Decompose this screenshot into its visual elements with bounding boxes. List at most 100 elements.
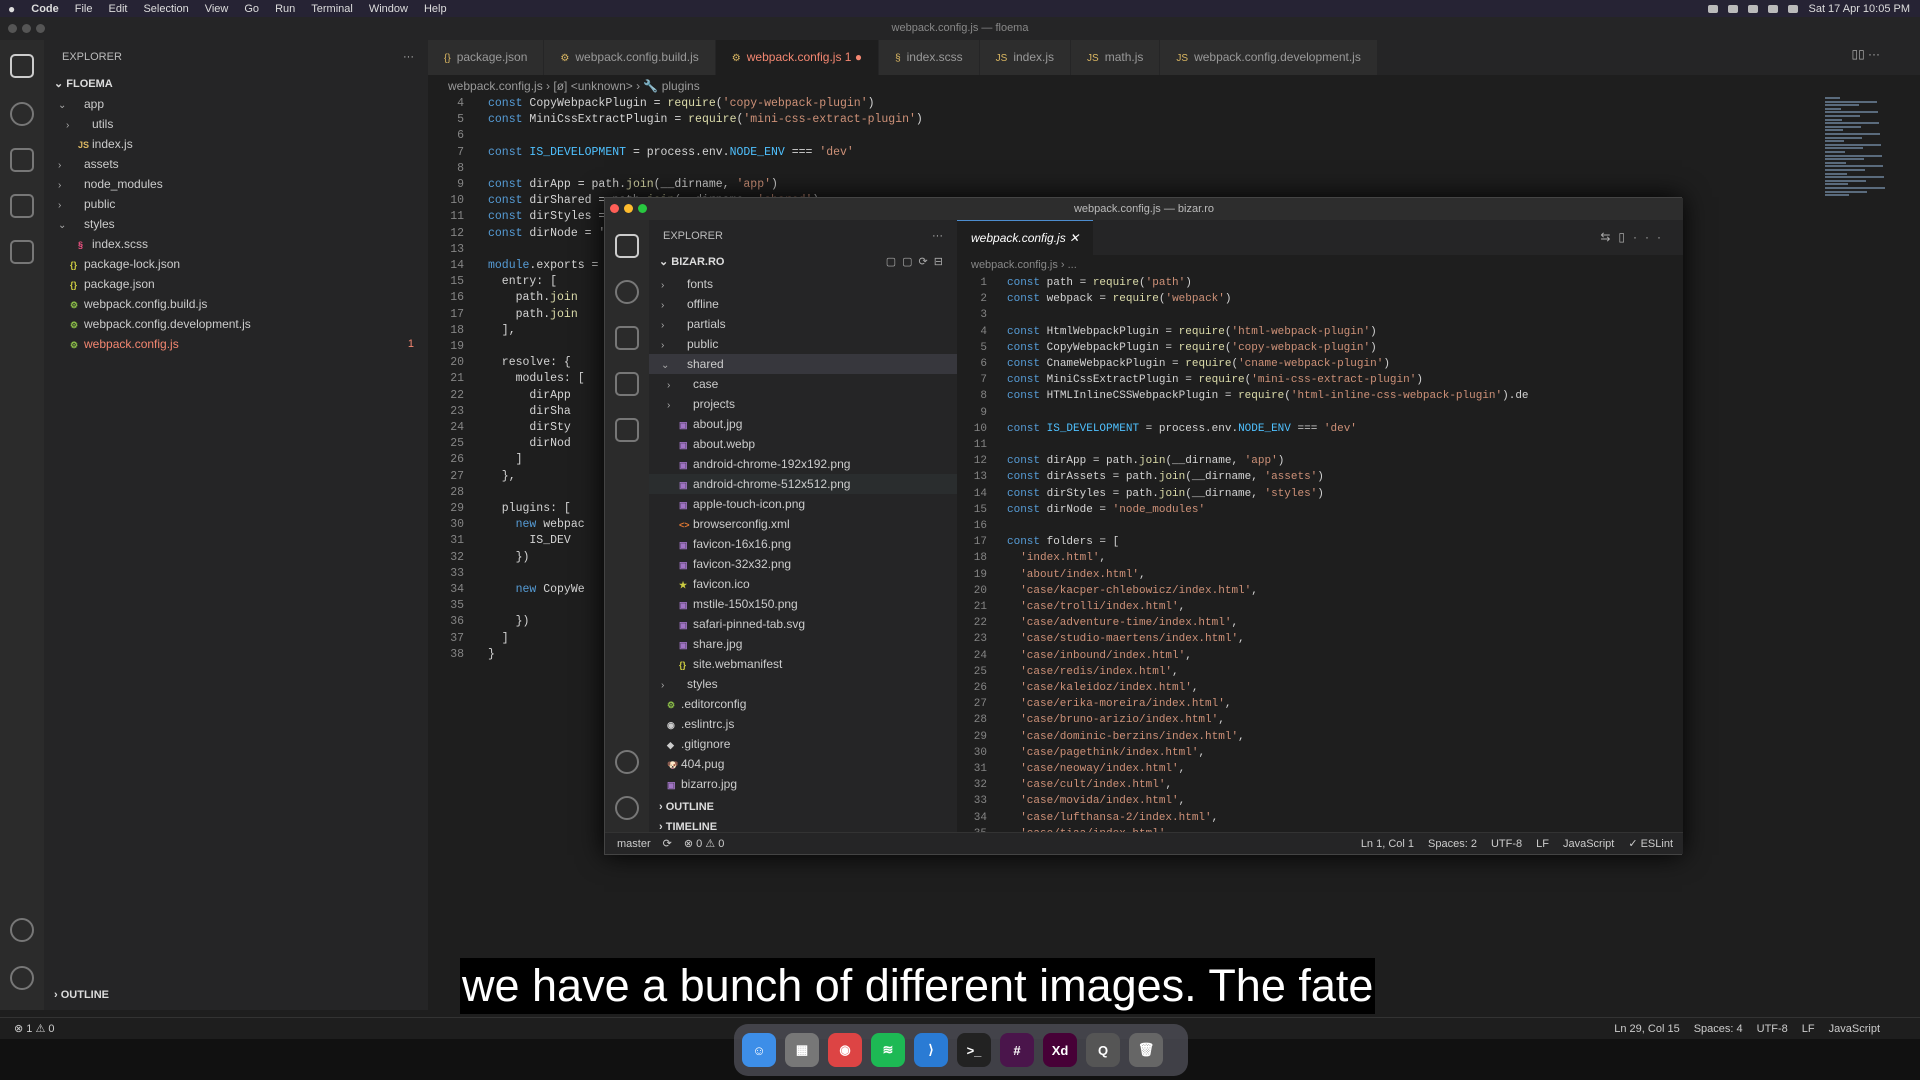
menu-file[interactable]: File	[67, 3, 101, 15]
battery-icon[interactable]	[1748, 4, 1759, 13]
code-line[interactable]: new CopyWe	[488, 583, 585, 596]
code-line[interactable]: resolve: {	[488, 356, 571, 369]
trash-icon[interactable]: 🗑	[1129, 1033, 1163, 1067]
code-line[interactable]: },	[488, 470, 516, 483]
project-section[interactable]: ⌄ FLOEMA	[44, 74, 428, 94]
account-icon[interactable]	[10, 918, 34, 942]
split-editor-icon[interactable]: ▯▯ ···	[1851, 47, 1880, 61]
code-line[interactable]: const dirNode = 'node_modules'	[1007, 504, 1205, 516]
outline-section[interactable]: › OUTLINE	[44, 985, 109, 1005]
problems-count[interactable]: ⊗ 1 ⚠ 0	[14, 1018, 54, 1040]
tree-item[interactable]: ▣ android-chrome-512x512.png	[649, 474, 957, 494]
branch-indicator[interactable]: master	[617, 833, 651, 855]
code-line[interactable]: 'case/pagethink/index.html',	[1007, 747, 1205, 759]
explorer-toolbar-icons[interactable]: ▢▢⟳⊟	[886, 252, 949, 272]
code-editor[interactable]: 1 const path = require('path') 2 const webp…	[957, 275, 1683, 832]
tree-item[interactable]: ⚙ webpack.config.build.js	[44, 294, 428, 314]
tree-item[interactable]: <> browserconfig.xml	[649, 514, 957, 534]
code-line[interactable]: const webpack = require('webpack')	[1007, 293, 1232, 305]
tree-item[interactable]: ▣ safari-pinned-tab.svg	[649, 614, 957, 634]
menu-help[interactable]: Help	[416, 3, 455, 15]
editor-tab[interactable]: § index.scss	[879, 40, 980, 75]
quicktime-icon[interactable]: Q	[1086, 1033, 1120, 1067]
tree-item[interactable]: 🐶 404.pug	[649, 754, 957, 774]
more-actions-icon[interactable]: ···	[403, 40, 414, 74]
code-line[interactable]: const dirAssets = path.join(__dirname, '…	[1007, 471, 1324, 483]
status-item[interactable]: Spaces: 4	[1694, 1018, 1743, 1040]
tree-item[interactable]: › assets	[44, 154, 428, 174]
status-item[interactable]: JavaScript	[1563, 833, 1614, 855]
editor-actions-icons[interactable]: ⇆▯···	[1600, 230, 1669, 244]
menu-terminal[interactable]: Terminal	[303, 3, 361, 15]
tree-item[interactable]: ◉ .eslintrc.js	[649, 714, 957, 734]
status-item[interactable]: ⊗ 0 ⚠ 0	[684, 833, 724, 855]
wifi-icon[interactable]	[1728, 4, 1739, 13]
status-item[interactable]: UTF-8	[1491, 833, 1522, 855]
more-actions-icon[interactable]: ···	[932, 220, 943, 252]
editor-tab[interactable]: JS index.js	[979, 40, 1072, 75]
unsaved-dot-icon[interactable]: ●	[851, 50, 862, 64]
breadcrumb[interactable]: webpack.config.js › ...	[957, 255, 1683, 275]
status-item[interactable]: Spaces: 2	[1428, 833, 1477, 855]
launchpad-icon[interactable]: ▦	[785, 1033, 819, 1067]
code-line[interactable]: const CopyWebpackPlugin = require('copy-…	[1007, 342, 1377, 354]
code-line[interactable]: modules: [	[488, 372, 585, 385]
code-line[interactable]: 'index.html',	[1007, 552, 1106, 564]
code-line[interactable]: const CnameWebpackPlugin = require('cnam…	[1007, 358, 1390, 370]
code-line[interactable]: 'case/bruno-arizio/index.html',	[1007, 714, 1225, 726]
code-line[interactable]: 'case/inbound/index.html',	[1007, 650, 1192, 662]
code-line[interactable]: const path = require('path')	[1007, 277, 1192, 289]
tree-item[interactable]: ▣ favicon-16x16.png	[649, 534, 957, 554]
tree-item[interactable]: {} package-lock.json	[44, 254, 428, 274]
extensions-icon[interactable]	[615, 418, 639, 442]
code-line[interactable]: path.join	[488, 291, 578, 304]
settings-gear-icon[interactable]	[10, 966, 34, 990]
extensions-icon[interactable]	[10, 240, 34, 264]
run-debug-icon[interactable]	[615, 372, 639, 396]
adobe-xd-icon[interactable]: Xd	[1043, 1033, 1077, 1067]
status-item[interactable]: JavaScript	[1829, 1018, 1880, 1040]
code-line[interactable]: })	[488, 551, 530, 564]
editor-tab[interactable]: JS math.js	[1071, 40, 1161, 75]
code-line[interactable]: 'case/trolli/index.html',	[1007, 601, 1185, 613]
control-center-icon[interactable]	[1788, 4, 1799, 13]
tree-item[interactable]: ★ favicon.ico	[649, 574, 957, 594]
breadcrumb[interactable]: webpack.config.js › [ø] <unknown> › 🔧 pl…	[428, 75, 1920, 97]
code-line[interactable]: const dirStyles = path.join(__dirname, '…	[1007, 488, 1324, 500]
tree-item[interactable]: ◆ .gitignore	[649, 734, 957, 754]
tree-item[interactable]: ⚙ webpack.config.js 1	[44, 334, 428, 354]
status-item[interactable]: Ln 29, Col 15	[1614, 1018, 1679, 1040]
tree-item[interactable]: › public	[649, 334, 957, 354]
minimap[interactable]	[1825, 97, 1905, 217]
close-window-button[interactable]	[8, 24, 17, 33]
code-line[interactable]: ]	[488, 453, 523, 466]
terminal-icon[interactable]: >_	[957, 1033, 991, 1067]
settings-gear-icon[interactable]	[615, 796, 639, 820]
code-line[interactable]: 'case/adventure-time/index.html',	[1007, 617, 1238, 629]
menu-selection[interactable]: Selection	[135, 3, 196, 15]
code-line[interactable]: plugins: [	[488, 502, 571, 515]
code-line[interactable]: const dirStyles = p	[488, 210, 619, 223]
code-line[interactable]: const IS_DEVELOPMENT = process.env.NODE_…	[1007, 423, 1357, 435]
tree-item[interactable]: ⚙ webpack.config.development.js	[44, 314, 428, 334]
code-line[interactable]: entry: [	[488, 275, 557, 288]
code-line[interactable]: }	[488, 648, 495, 661]
record-icon[interactable]	[1708, 4, 1719, 13]
chrome-icon[interactable]: ◉	[828, 1033, 862, 1067]
menu-go[interactable]: Go	[236, 3, 267, 15]
code-line[interactable]: dirSty	[488, 421, 570, 434]
status-item[interactable]: ⟳	[663, 833, 672, 855]
code-line[interactable]: const dirApp = path.join(__dirname, 'app…	[488, 178, 778, 191]
tree-item[interactable]: {} package.json	[44, 274, 428, 294]
code-line[interactable]: 'case/cult/index.html',	[1007, 779, 1172, 791]
code-line[interactable]: IS_DEV	[488, 534, 570, 547]
menu-view[interactable]: View	[197, 3, 237, 15]
code-line[interactable]: const folders = [	[1007, 536, 1119, 548]
menu-code[interactable]: Code	[23, 3, 67, 15]
tree-item[interactable]: ▣ apple-touch-icon.png	[649, 494, 957, 514]
explorer-icon[interactable]	[615, 234, 639, 258]
status-item[interactable]: LF	[1802, 1018, 1815, 1040]
project-section[interactable]: ⌄ BIZAR.RO ▢▢⟳⊟	[649, 252, 957, 272]
tree-item[interactable]: › fonts	[649, 274, 957, 294]
finder-icon[interactable]: ☺	[742, 1033, 776, 1067]
